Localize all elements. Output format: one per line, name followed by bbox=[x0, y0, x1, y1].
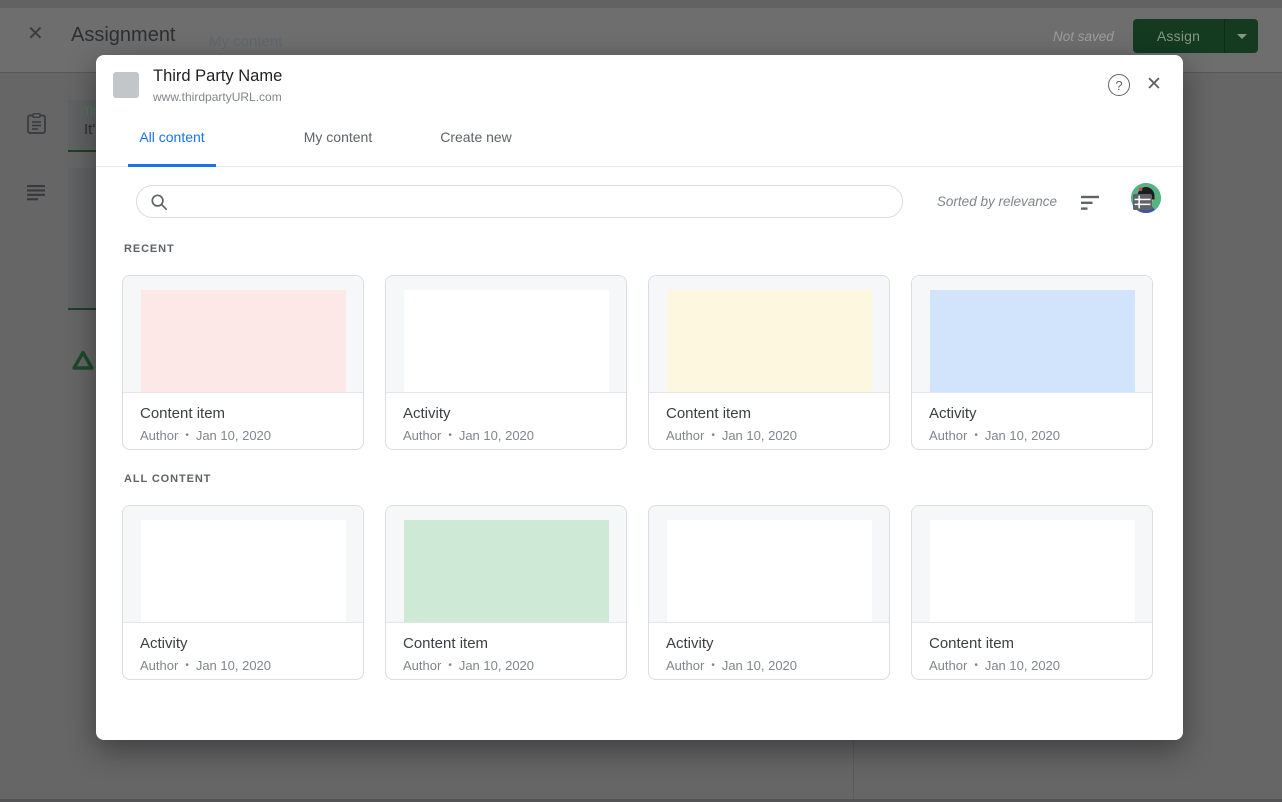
assign-dropdown-button[interactable] bbox=[1225, 19, 1258, 53]
card-title: Content item bbox=[666, 405, 872, 423]
help-icon[interactable]: ? bbox=[1108, 74, 1130, 96]
title-field-value: It' bbox=[84, 121, 95, 138]
card-title: Activity bbox=[403, 405, 609, 423]
card-meta: Author•Jan 10, 2020 bbox=[929, 428, 1135, 444]
content-card[interactable]: Content item Author•Jan 10, 2020 bbox=[385, 505, 627, 680]
dot-separator: • bbox=[711, 428, 715, 444]
view-list-icon[interactable] bbox=[1133, 194, 1152, 215]
dot-separator: • bbox=[448, 428, 452, 444]
dot-separator: • bbox=[974, 658, 978, 674]
card-thumbnail bbox=[123, 506, 363, 623]
title-field-label: Tit bbox=[84, 106, 96, 118]
close-assignment-icon[interactable]: ✕ bbox=[27, 24, 44, 44]
card-thumbnail bbox=[386, 506, 626, 623]
card-title: Content item bbox=[140, 405, 346, 423]
card-thumbnail bbox=[649, 276, 889, 393]
content-card[interactable]: Content item Author•Jan 10, 2020 bbox=[648, 275, 890, 450]
card-title: Content item bbox=[929, 635, 1135, 653]
dialog-url: www.thirdpartyURL.com bbox=[153, 89, 282, 105]
dot-separator: • bbox=[711, 658, 715, 674]
content-card[interactable]: Activity Author•Jan 10, 2020 bbox=[385, 275, 627, 450]
card-thumbnail bbox=[386, 276, 626, 393]
sorted-by-label: Sorted by relevance bbox=[912, 194, 1057, 209]
card-meta: Author•Jan 10, 2020 bbox=[666, 428, 872, 444]
card-meta: Author•Jan 10, 2020 bbox=[403, 658, 609, 674]
section-label-recent: RECENT bbox=[124, 243, 175, 255]
card-thumbnail bbox=[123, 276, 363, 393]
all-content-card-grid: Activity Author•Jan 10, 2020 Content ite… bbox=[122, 505, 1153, 680]
dot-separator: • bbox=[974, 428, 978, 444]
card-title: Activity bbox=[929, 405, 1135, 423]
tab-create-new[interactable]: Create new bbox=[426, 110, 526, 167]
section-label-all-content: ALL CONTENT bbox=[124, 473, 211, 485]
third-party-picker-dialog: Third Party Name www.thirdpartyURL.com ?… bbox=[96, 55, 1183, 740]
card-meta: Author•Jan 10, 2020 bbox=[666, 658, 872, 674]
card-meta: Author•Jan 10, 2020 bbox=[403, 428, 609, 444]
assign-split-button[interactable]: Assign bbox=[1133, 19, 1258, 53]
recent-card-grid: Content item Author•Jan 10, 2020 Activit… bbox=[122, 275, 1153, 450]
ghost-tab-label: My content bbox=[209, 33, 282, 50]
search-icon bbox=[150, 193, 168, 211]
search-bar[interactable] bbox=[136, 185, 903, 218]
tab-all-content[interactable]: All content bbox=[128, 110, 216, 167]
card-thumbnail bbox=[649, 506, 889, 623]
dialog-tabs: All content My content Create new bbox=[96, 110, 1183, 167]
description-lines-icon bbox=[27, 185, 46, 206]
save-status-label: Not saved bbox=[1053, 29, 1114, 44]
third-party-logo bbox=[113, 72, 139, 98]
arrow-drop-down-icon bbox=[1237, 34, 1247, 39]
content-card[interactable]: Content item Author•Jan 10, 2020 bbox=[122, 275, 364, 450]
assignment-page-title: Assignment bbox=[71, 24, 176, 47]
dot-separator: • bbox=[185, 428, 189, 444]
card-title: Content item bbox=[403, 635, 609, 653]
card-thumbnail bbox=[912, 276, 1152, 393]
sort-icon[interactable] bbox=[1081, 195, 1100, 216]
card-title: Activity bbox=[666, 635, 872, 653]
assignment-clipboard-icon bbox=[27, 113, 46, 139]
card-meta: Author•Jan 10, 2020 bbox=[929, 658, 1135, 674]
card-meta: Author•Jan 10, 2020 bbox=[140, 658, 346, 674]
card-title: Activity bbox=[140, 635, 346, 653]
dialog-title: Third Party Name bbox=[153, 65, 282, 87]
screen: ✕ Assignment My content Not saved Assign… bbox=[0, 0, 1282, 802]
search-input[interactable] bbox=[178, 186, 902, 217]
dot-separator: • bbox=[185, 658, 189, 674]
tab-my-content[interactable]: My content bbox=[288, 110, 388, 167]
background-top-strip bbox=[0, 0, 1282, 8]
dot-separator: • bbox=[448, 658, 452, 674]
assign-button[interactable]: Assign bbox=[1133, 19, 1224, 53]
close-dialog-icon[interactable]: ✕ bbox=[1146, 75, 1162, 95]
content-card[interactable]: Activity Author•Jan 10, 2020 bbox=[648, 505, 890, 680]
google-drive-icon[interactable] bbox=[72, 350, 94, 375]
content-card[interactable]: Activity Author•Jan 10, 2020 bbox=[122, 505, 364, 680]
content-card[interactable]: Content item Author•Jan 10, 2020 bbox=[911, 505, 1153, 680]
content-card[interactable]: Activity Author•Jan 10, 2020 bbox=[911, 275, 1153, 450]
card-thumbnail bbox=[912, 506, 1152, 623]
card-meta: Author•Jan 10, 2020 bbox=[140, 428, 346, 444]
